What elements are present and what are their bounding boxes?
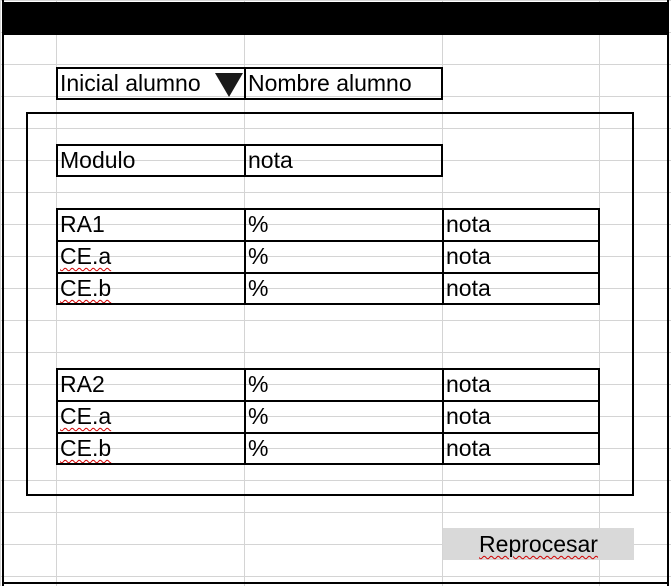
ce-a-nota-cell[interactable]: nota xyxy=(442,400,600,434)
dropdown-triangle-icon[interactable] xyxy=(214,72,244,98)
ce-percent: % xyxy=(248,243,269,269)
nombre-alumno-label: Nombre alumno xyxy=(248,70,412,96)
ra-percent: % xyxy=(248,211,269,237)
ce-b-percent-cell[interactable]: % xyxy=(244,272,444,305)
ce-name: CE.a xyxy=(60,243,112,269)
ce-a-name-cell[interactable]: CE.a xyxy=(56,400,246,434)
ce-name: CE.b xyxy=(60,435,112,461)
ra1-name-cell[interactable]: RA1 xyxy=(56,208,246,242)
header-bar xyxy=(2,2,669,35)
ce-nota: nota xyxy=(446,243,491,269)
sheet-border-bottom xyxy=(2,582,669,584)
modulo-label: Modulo xyxy=(60,147,136,173)
ce-nota: nota xyxy=(446,403,491,429)
ce-percent: % xyxy=(248,435,269,461)
modulo-nota-cell[interactable]: nota xyxy=(244,144,443,177)
sheet-border-left xyxy=(2,0,4,586)
modulo-nota-value: nota xyxy=(248,147,293,173)
ra2-name-cell[interactable]: RA2 xyxy=(56,368,246,402)
ce-a-percent-cell[interactable]: % xyxy=(244,400,444,434)
ce-percent: % xyxy=(248,275,269,301)
ra-name: RA1 xyxy=(60,211,105,237)
ra-nota: nota xyxy=(446,211,491,237)
ra-name: RA2 xyxy=(60,371,105,397)
ra-percent: % xyxy=(248,371,269,397)
ce-name: CE.b xyxy=(60,275,112,301)
ce-b-name-cell[interactable]: CE.b xyxy=(56,432,246,465)
ra-nota: nota xyxy=(446,371,491,397)
ce-a-percent-cell[interactable]: % xyxy=(244,240,444,274)
ce-nota: nota xyxy=(446,275,491,301)
ce-name: CE.a xyxy=(60,403,112,429)
ce-a-nota-cell[interactable]: nota xyxy=(442,240,600,274)
modulo-cell[interactable]: Modulo xyxy=(56,144,246,177)
ra2-nota-cell[interactable]: nota xyxy=(442,368,600,402)
nombre-alumno-cell[interactable]: Nombre alumno xyxy=(244,67,443,100)
initial-alumno-label: Inicial alumno xyxy=(60,70,201,96)
ce-b-name-cell[interactable]: CE.b xyxy=(56,272,246,305)
ce-b-nota-cell[interactable]: nota xyxy=(442,432,600,465)
ce-b-percent-cell[interactable]: % xyxy=(244,432,444,465)
ce-b-nota-cell[interactable]: nota xyxy=(442,272,600,305)
ra1-nota-cell[interactable]: nota xyxy=(442,208,600,242)
reprocesar-label: Reprocesar xyxy=(479,531,598,557)
sheet-border-right xyxy=(667,0,669,586)
ra1-percent-cell[interactable]: % xyxy=(244,208,444,242)
ra2-percent-cell[interactable]: % xyxy=(244,368,444,402)
reprocesar-button[interactable]: Reprocesar xyxy=(443,528,634,560)
ce-percent: % xyxy=(248,403,269,429)
ce-nota: nota xyxy=(446,435,491,461)
ce-a-name-cell[interactable]: CE.a xyxy=(56,240,246,274)
